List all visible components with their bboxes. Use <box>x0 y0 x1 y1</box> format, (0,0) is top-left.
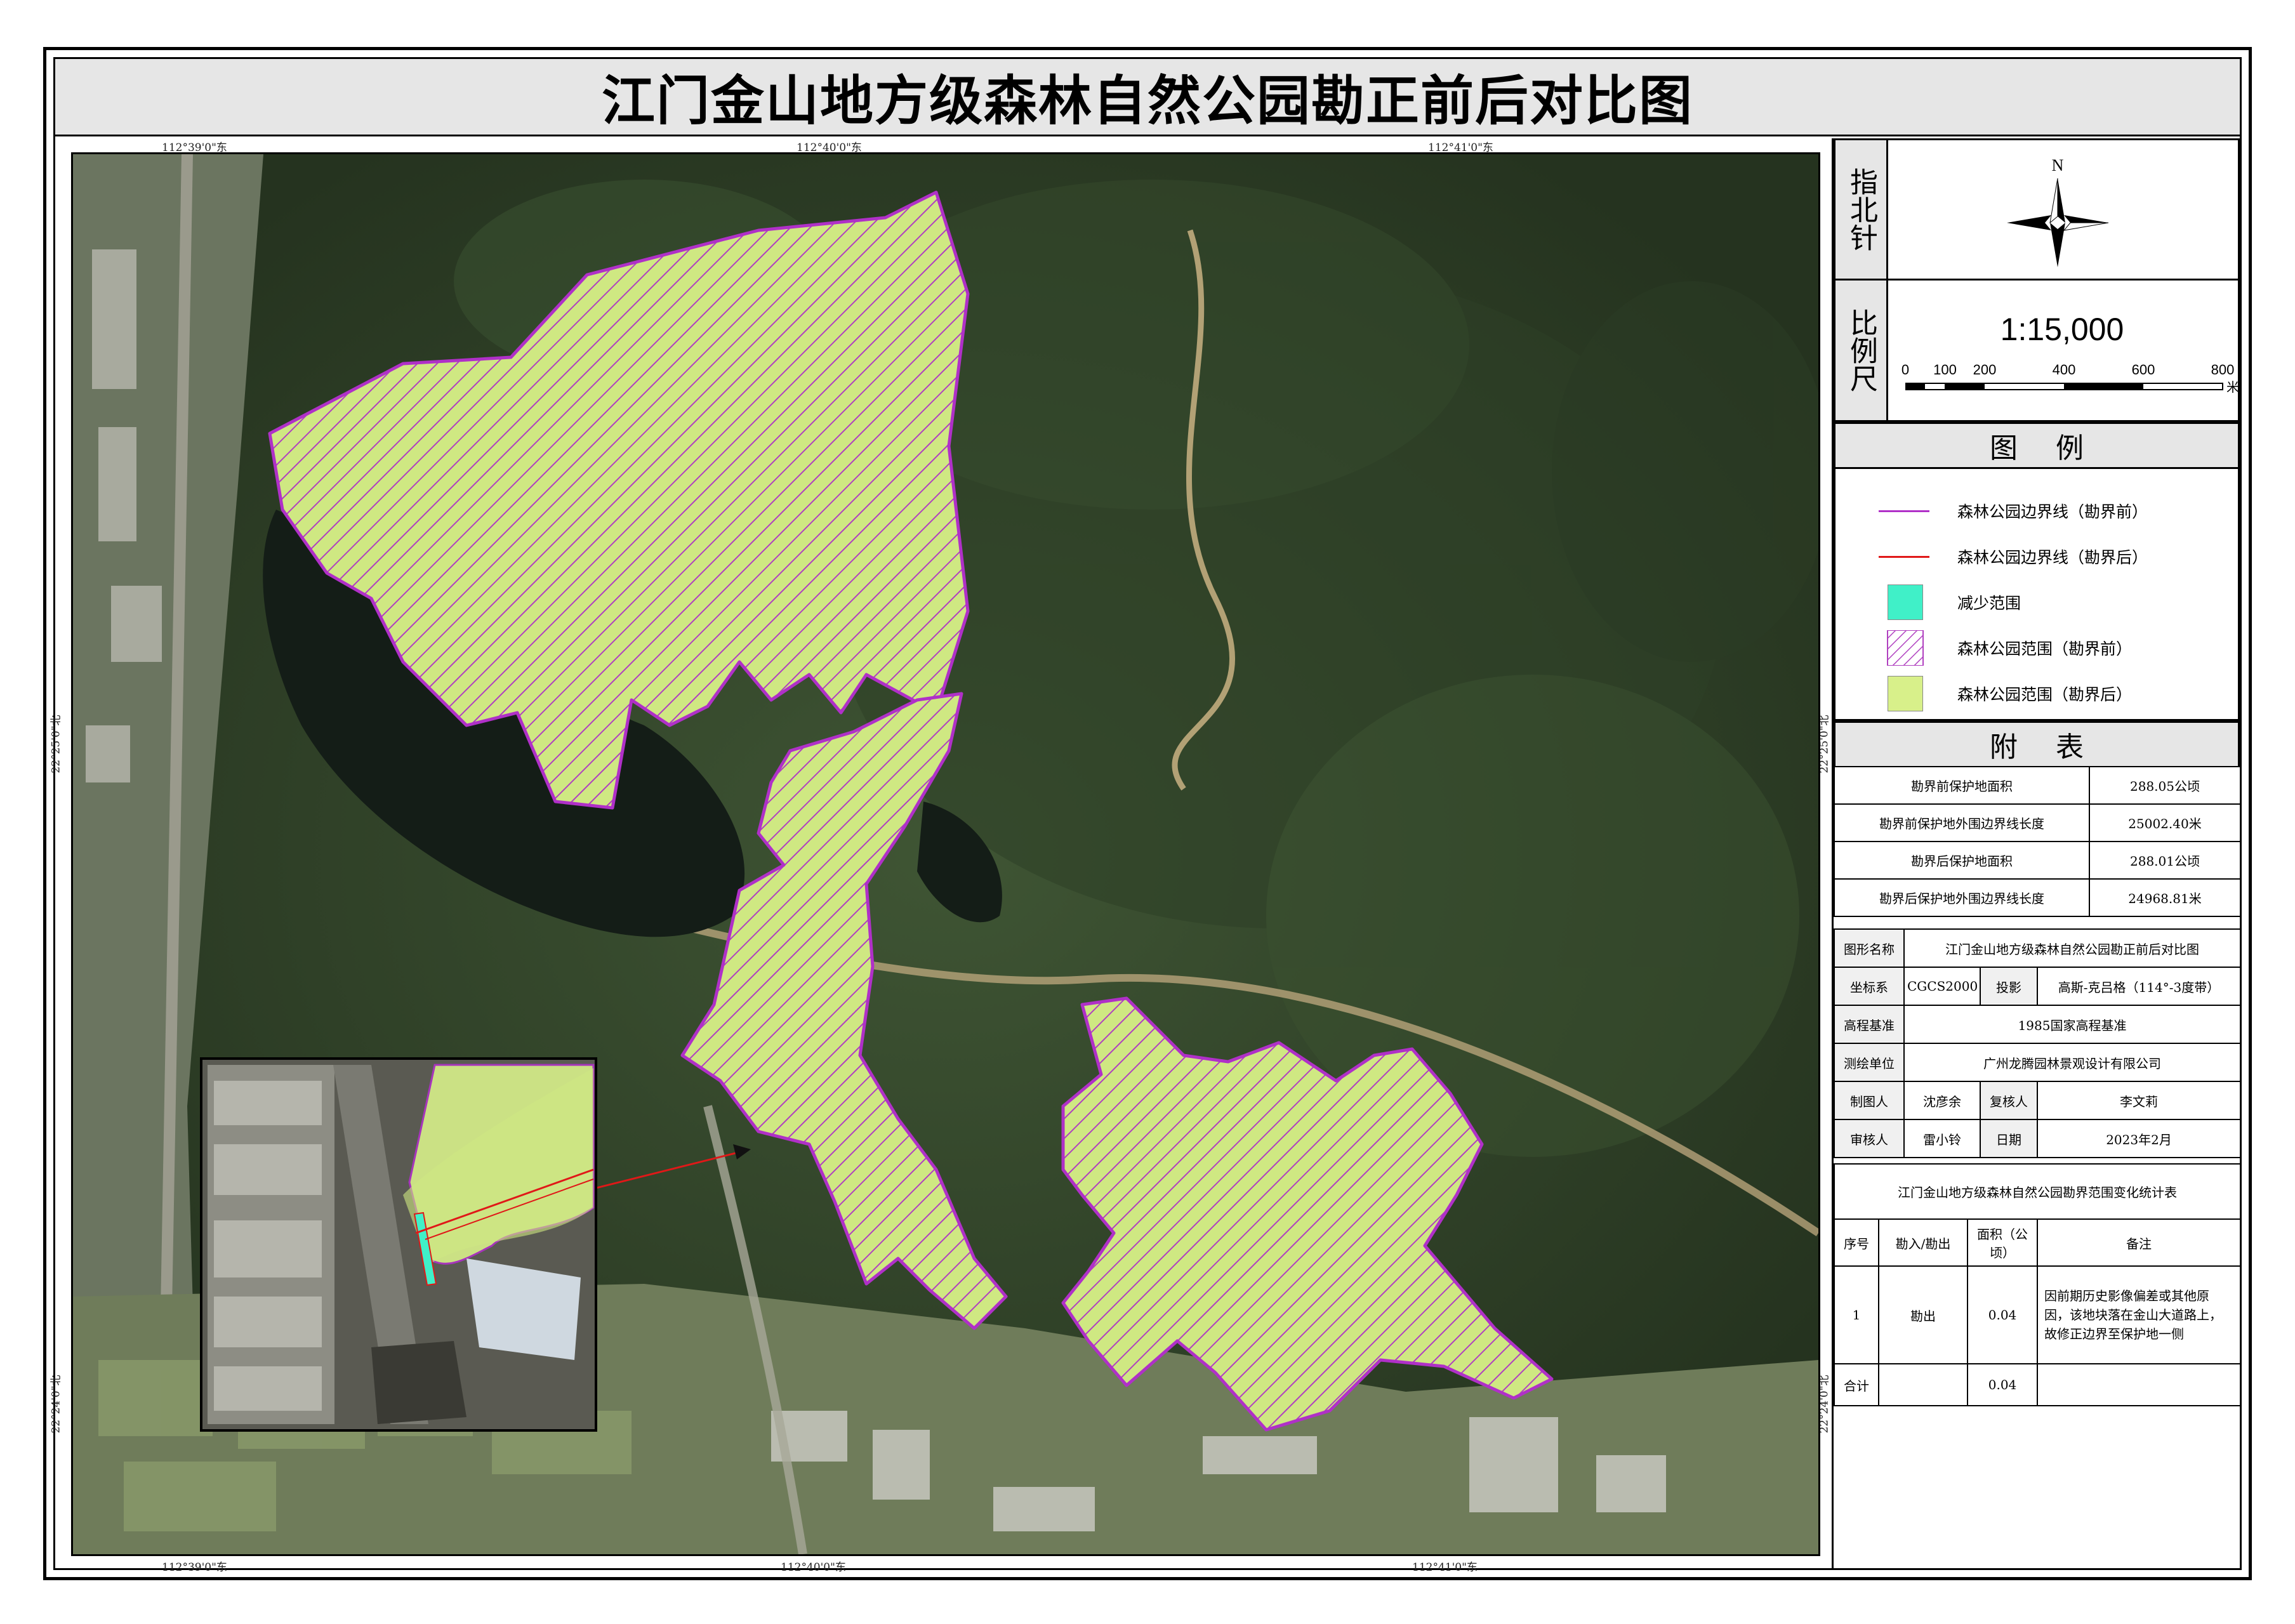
compass-icon: N <box>2007 156 2109 267</box>
map-title: 江门金山地方级森林自然公园勘正前后对比图 <box>601 70 1693 132</box>
maker-value: 沈彦余 <box>1903 1081 1981 1120</box>
attached-row-4-value: 24968.81米 <box>2089 878 2241 917</box>
legend-label: 减少范围 <box>1957 594 2021 612</box>
legend-box: 森林公园边界线（勘界前） 森林公园边界线（勘界后） 减少范围森林公园范围（勘界前） 森… <box>1834 467 2240 721</box>
side-panel: 指北针 N 比例尺 1:15,000 0 100 200 400 600 800 米 图例 … <box>1832 138 2242 1568</box>
scale-box: 比例尺 1:15,000 0 100 200 400 600 800 米 <box>1834 279 2240 422</box>
attached-row-4-label: 勘界后保护地外围边界线长度 <box>1834 878 2090 917</box>
stats-total-note <box>2037 1363 2241 1406</box>
date-label: 日期 <box>1980 1119 2038 1158</box>
attached-table: 勘界前保护地面积 288.05公顷 勘界前保护地外围边界线长度 25002.40米 … <box>1834 766 2241 917</box>
stats-col-note: 备注 <box>2037 1218 2241 1267</box>
legend-item: 森林公园范围（勘界后） <box>1874 676 2132 711</box>
stats-col-type: 勘入/勘出 <box>1878 1218 1968 1267</box>
projection-value: 高斯-克吕格（114°-3度带） <box>2036 967 2242 1006</box>
stats-total-label: 合计 <box>1834 1363 1879 1406</box>
reviewer-value: 雷小铃 <box>1903 1119 1981 1158</box>
stats-row-note: 因前期历史影像偏差或其他原因，该地块落在金山大道路上，故修正边界至保护地一侧 <box>2037 1265 2241 1365</box>
legend-item: 森林公园边界线（勘界后） <box>1874 539 2148 574</box>
stats-total-area: 0.04 <box>1967 1363 2038 1406</box>
attached-row-2-label: 勘界前保护地外围边界线长度 <box>1834 803 2090 842</box>
map-name-label: 图形名称 <box>1834 928 1905 968</box>
svg-text:N: N <box>2052 156 2064 175</box>
scale-tick-4: 600 <box>2131 362 2155 378</box>
datum-label: 高程基准 <box>1834 1005 1905 1044</box>
north-arrow-label: 指北针 <box>1835 140 1888 279</box>
stats-table: 江门金山地方级森林自然公园勘界范围变化统计表 序号 勘入/勘出 面积（公顷） 备… <box>1834 1163 2241 1406</box>
lon-label-bottom-3: 112°41'0"东 <box>1412 1561 1478 1574</box>
surveyor-value: 广州龙腾园林景观设计有限公司 <box>1903 1043 2242 1082</box>
stats-heading: 江门金山地方级森林自然公园勘界范围变化统计表 <box>1834 1163 2241 1220</box>
inset-map <box>200 1057 597 1432</box>
legend-item: 森林公园范围（勘界前） <box>1874 630 2132 666</box>
reviewer-label: 审核人 <box>1834 1119 1905 1158</box>
north-arrow-box: 指北针 N <box>1834 138 2240 281</box>
attached-row-1-label: 勘界前保护地面积 <box>1834 766 2090 805</box>
stats-row-area: 0.04 <box>1967 1265 2038 1365</box>
legend-heading: 图例 <box>1834 422 2240 469</box>
scale-label: 比例尺 <box>1835 281 1888 420</box>
legend-symbol <box>1874 584 1935 620</box>
map-name-value: 江门金山地方级森林自然公园勘正前后对比图 <box>1903 928 2242 968</box>
legend-label: 森林公园边界线（勘界前） <box>1957 503 2148 521</box>
legend-symbol <box>1874 676 1935 711</box>
stats-row-type: 勘出 <box>1878 1265 1968 1365</box>
crs-value: CGCS2000 <box>1903 967 1981 1006</box>
attached-row-3-label: 勘界后保护地面积 <box>1834 841 2090 880</box>
attached-row-2-value: 25002.40米 <box>2089 803 2241 842</box>
stats-row-no: 1 <box>1834 1265 1879 1365</box>
scale-tick-1: 100 <box>1933 362 1957 378</box>
lon-label-bottom-2: 112°40'0"东 <box>781 1561 846 1574</box>
legend-label: 森林公园范围（勘界后） <box>1957 685 2133 704</box>
attached-row-3-value: 288.01公顷 <box>2089 841 2241 880</box>
lat-label-left-2: 22°24'0"北 <box>50 1375 63 1434</box>
legend-label: 森林公园边界线（勘界后） <box>1957 548 2148 567</box>
datum-value: 1985国家高程基准 <box>1903 1005 2242 1044</box>
stats-col-area: 面积（公顷） <box>1967 1218 2038 1267</box>
satellite-map <box>73 154 1818 1554</box>
projection-label: 投影 <box>1980 967 2038 1006</box>
stats-total-type <box>1878 1363 1968 1406</box>
legend-item: 减少范围 <box>1874 584 2021 620</box>
title-bar: 江门金山地方级森林自然公园勘正前后对比图 <box>55 59 2240 136</box>
map-info-table: 图形名称 江门金山地方级森林自然公园勘正前后对比图 坐标系 CGCS2000 投影 高斯… <box>1834 928 2242 1158</box>
checker-value: 李文莉 <box>2036 1081 2242 1120</box>
north-arrow-label-text: 指北针 <box>1845 168 1877 251</box>
legend-symbol <box>1874 493 1935 529</box>
surveyor-label: 测绘单位 <box>1834 1043 1905 1082</box>
scale-ratio: 1:15,000 <box>2000 312 2124 347</box>
scale-label-text: 比例尺 <box>1845 308 1877 392</box>
legend-symbol <box>1874 630 1935 666</box>
maker-label: 制图人 <box>1834 1081 1905 1120</box>
lat-label-left-1: 22°25'0"北 <box>50 715 63 774</box>
legend-item: 森林公园边界线（勘界前） <box>1874 493 2148 529</box>
attached-table-heading: 附表 <box>1834 721 2240 768</box>
attached-row-1-value: 288.05公顷 <box>2089 766 2241 805</box>
date-value: 2023年2月 <box>2036 1119 2242 1158</box>
scale-tick-2: 200 <box>1973 362 1997 378</box>
stats-col-no: 序号 <box>1834 1218 1879 1267</box>
map-area[interactable] <box>71 152 1820 1556</box>
crs-label: 坐标系 <box>1834 967 1905 1006</box>
scale-tick-3: 400 <box>2052 362 2076 378</box>
scale-tick-5: 800 <box>2211 362 2235 378</box>
scale-bar <box>1905 383 2223 390</box>
scale-tick-0: 0 <box>1901 362 1910 378</box>
checker-label: 复核人 <box>1980 1081 2038 1120</box>
legend-label: 森林公园范围（勘界前） <box>1957 640 2133 658</box>
lon-label-bottom-1: 112°39'0"东 <box>162 1561 227 1574</box>
legend-symbol <box>1874 539 1935 574</box>
